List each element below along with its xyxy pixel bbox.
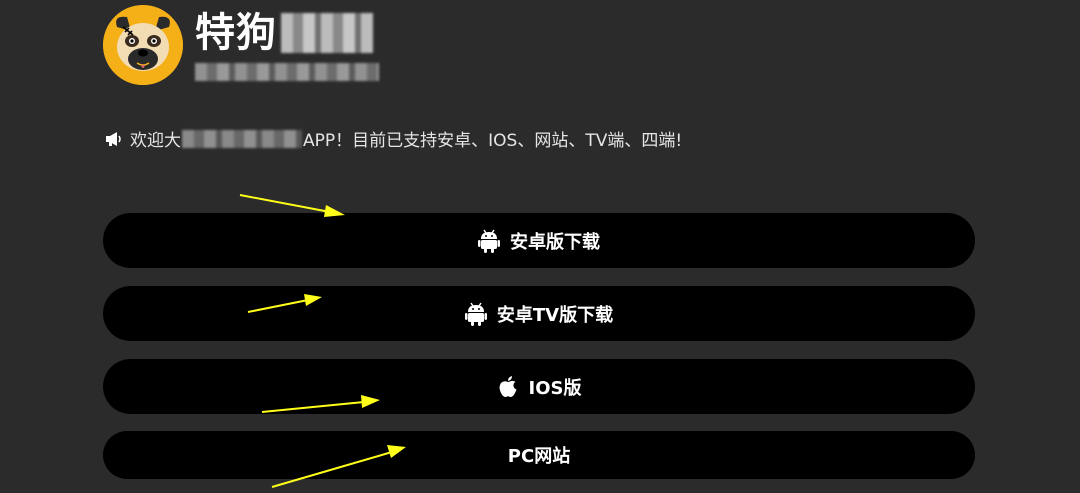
android-tv-download-label: 安卓TV版下载 <box>496 304 614 326</box>
site-title: 特狗 <box>195 10 277 56</box>
android-tv-download-button[interactable]: 安卓TV版下载 <box>103 286 975 341</box>
apple-icon <box>497 375 519 399</box>
notice-text-start: 欢迎大 <box>130 131 181 151</box>
title-row: 特狗 <box>195 9 379 57</box>
android-icon <box>478 229 500 253</box>
android-download-label: 安卓版下载 <box>510 231 600 253</box>
android-download-button[interactable]: 安卓版下载 <box>103 213 975 268</box>
android-icon <box>464 302 487 326</box>
pug-dog-icon <box>103 5 183 85</box>
download-page: 特狗 欢迎大 APP！目前已支持安卓、IOS、网站、TV端、四端! 安卓版下载 … <box>0 0 1080 493</box>
megaphone-icon <box>104 129 124 149</box>
redacted-subtitle <box>195 63 379 81</box>
redacted-title <box>281 13 373 53</box>
site-header: 特狗 <box>103 4 379 86</box>
redacted-notice-text <box>182 129 302 148</box>
pc-website-button[interactable]: PC网站 <box>103 431 975 479</box>
notice-banner: 欢迎大 APP！目前已支持安卓、IOS、网站、TV端、四端! <box>104 126 682 151</box>
ios-download-button[interactable]: IOS版 <box>103 359 975 414</box>
title-block: 特狗 <box>195 9 379 81</box>
notice-text-end: APP！目前已支持安卓、IOS、网站、TV端、四端! <box>303 131 683 151</box>
ios-download-label: IOS版 <box>528 377 582 399</box>
pc-website-label: PC网站 <box>507 446 571 467</box>
